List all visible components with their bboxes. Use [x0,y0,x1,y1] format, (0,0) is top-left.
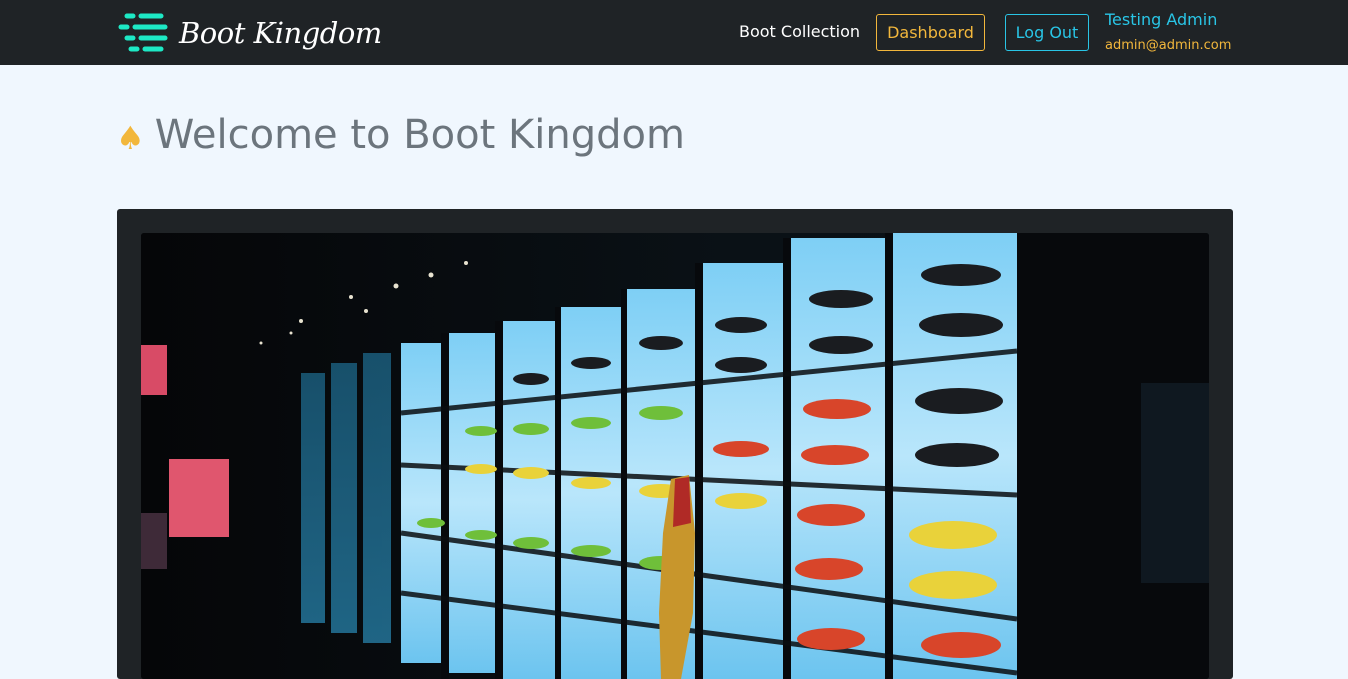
navbar: Boot Kingdom Boot Collection Dashboard L… [0,0,1348,65]
boot-wall-image [141,233,1209,679]
list-lines-icon [118,13,168,52]
nav-link-boot-collection[interactable]: Boot Collection [739,22,860,41]
hero-card [117,209,1233,679]
user-email: admin@admin.com [1105,38,1232,53]
boot-wall-illustration [141,233,1209,679]
user-name[interactable]: Testing Admin [1105,10,1217,29]
brand-link[interactable]: Boot Kingdom [117,11,382,55]
page-title-text: Welcome to Boot Kingdom [154,112,685,158]
spade-icon: ♠ [116,119,145,157]
page-title: ♠ Welcome to Boot Kingdom [116,112,685,158]
brand-name: Boot Kingdom [179,16,382,50]
dashboard-button[interactable]: Dashboard [876,14,985,51]
logout-button[interactable]: Log Out [1005,14,1089,51]
